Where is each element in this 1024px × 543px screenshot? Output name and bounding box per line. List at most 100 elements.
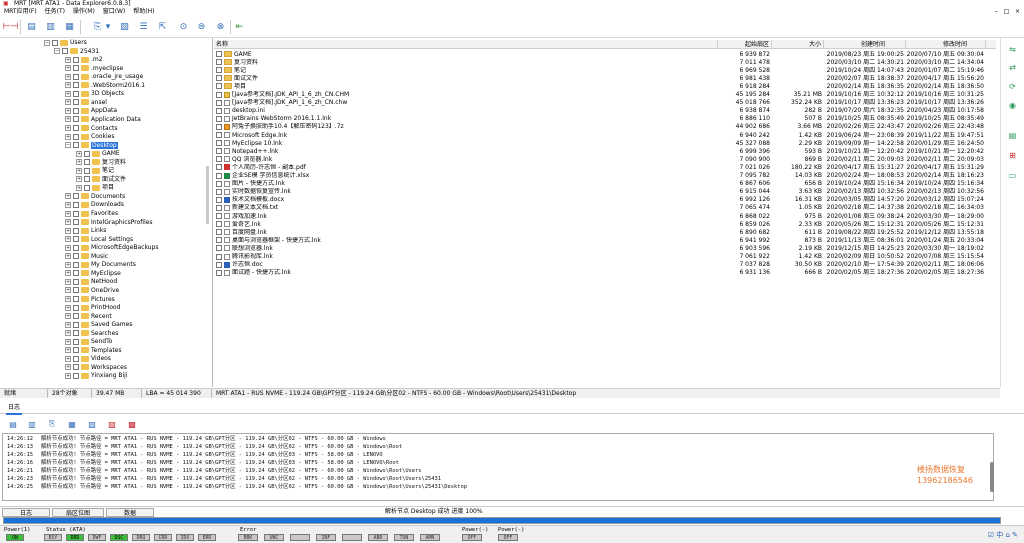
checkbox[interactable] — [73, 99, 79, 106]
menu-mrt-app[interactable]: MRT应用(F) — [0, 7, 40, 17]
checkbox[interactable] — [84, 167, 90, 174]
file-row[interactable]: desktop.ini 6 938 874 282 B 2019/07/20 周六 1… — [214, 107, 996, 115]
column-header-modified[interactable]: 修改时间 — [906, 40, 986, 49]
expand-icon[interactable]: + — [65, 219, 71, 226]
expand-icon[interactable]: + — [65, 287, 71, 294]
checkbox[interactable] — [216, 140, 222, 147]
file-row[interactable]: GAME 6 939 872 2019/08/23 周五 19:00:25 2020/… — [214, 51, 996, 59]
checkbox[interactable] — [73, 355, 79, 362]
log-save-icon[interactable]: ▤ — [8, 419, 18, 429]
doc-icon[interactable]: ▭ — [1007, 170, 1018, 181]
checkbox[interactable] — [73, 73, 79, 80]
checkbox[interactable] — [73, 253, 79, 260]
checkbox[interactable] — [73, 287, 79, 294]
checkbox[interactable] — [216, 221, 222, 228]
checkbox[interactable] — [216, 123, 222, 130]
file-row[interactable]: 百度网盘.lnk 6 890 682 611 B 2019/08/22 周四 19:2… — [214, 229, 996, 237]
expand-icon[interactable]: + — [65, 278, 71, 285]
tab-data[interactable]: 数据 — [106, 508, 154, 517]
expand-icon[interactable]: + — [65, 364, 71, 371]
expand-icon[interactable]: + — [65, 355, 71, 362]
file-row[interactable]: Notepad++.lnk 6 999 396 593 B 2019/10/21 周一… — [214, 148, 996, 156]
menu-operation[interactable]: 操作(M) — [70, 7, 98, 17]
tree-node[interactable]: + Downloads — [65, 201, 124, 210]
file-row[interactable]: [Java参考文档].JDK_API_1_6_zh_CN.chw 45 018 7… — [214, 99, 996, 107]
checkbox[interactable] — [73, 236, 79, 243]
file-row[interactable]: 游戏加速.lnk 6 868 022 975 B 2020/01/08 周三 09:3… — [214, 213, 996, 221]
log-copy-icon[interactable]: ⎘ — [47, 419, 57, 429]
tree-node[interactable]: + IntelGraphicsProfiles — [65, 219, 153, 228]
expand-icon[interactable]: + — [65, 296, 71, 302]
tree-node[interactable]: + SendTo — [65, 338, 112, 347]
checkbox[interactable] — [73, 210, 79, 217]
checkbox[interactable] — [73, 313, 79, 320]
checkbox[interactable] — [216, 172, 222, 179]
checkbox[interactable] — [216, 188, 222, 195]
file-row[interactable]: JetBrains WebStorm 2016.1.1.lnk 6 886 110… — [214, 115, 996, 123]
expand-icon[interactable]: + — [65, 82, 71, 89]
log-error-icon[interactable]: ▨ — [107, 419, 117, 429]
checkbox[interactable] — [216, 83, 222, 90]
tree-node[interactable]: + Searches — [65, 330, 118, 339]
checkbox[interactable] — [216, 261, 222, 268]
log-warning-icon[interactable]: ▩ — [127, 419, 137, 429]
exit-icon[interactable]: ⇤ — [233, 20, 246, 33]
checkbox[interactable] — [216, 132, 222, 138]
refresh-icon[interactable]: ⟳ — [1007, 81, 1018, 92]
file-row[interactable]: 联想浏览器.lnk 6 903 596 2.19 KB 2019/12/15 周日 1… — [214, 245, 996, 253]
expand-icon[interactable]: + — [65, 210, 71, 217]
file-row[interactable]: 实时数据恢复宣传.lnk 6 915 044 3.63 KB 2020/02/13 周… — [214, 188, 996, 196]
tree-node[interactable]: + Contacts — [65, 125, 117, 134]
tree-node[interactable]: + Yinxiang Biji — [65, 372, 127, 381]
collapse-icon[interactable]: − — [54, 48, 60, 55]
expand-icon[interactable]: + — [65, 116, 71, 123]
checkbox[interactable] — [62, 48, 68, 55]
tree-node[interactable]: + Cookies — [65, 133, 115, 142]
file-row[interactable]: 腾讯影视库.lnk 7 061 922 1.42 KB 2020/02/09 周日 1… — [214, 253, 996, 261]
checkbox[interactable] — [73, 338, 79, 345]
pause-icon[interactable]: ⊜ — [195, 20, 208, 33]
checkbox[interactable] — [73, 244, 79, 251]
record-icon[interactable]: ⊙ — [177, 20, 190, 33]
checkbox[interactable] — [84, 150, 90, 157]
file-row[interactable]: 桌面与浏览器框架 - 快捷方式.lnk 6 941 992 873 B 2019/11… — [214, 237, 996, 245]
expand-icon[interactable]: + — [65, 90, 71, 97]
checkbox[interactable] — [73, 133, 79, 140]
file-row[interactable]: 个人简历-许志恒 - 副本.pdf 7 021 026 180.22 KB 2020/… — [214, 164, 996, 172]
tree-node-selected[interactable]: − Desktop — [65, 141, 118, 151]
checkbox[interactable] — [73, 65, 79, 72]
file-row[interactable]: 笔记 6 969 528 2019/10/24 周四 14:07:43 2020/01… — [214, 67, 996, 75]
expand-icon[interactable]: + — [65, 236, 71, 243]
expand-icon[interactable]: + — [65, 321, 71, 328]
checkbox[interactable] — [84, 159, 90, 166]
checkbox[interactable] — [73, 278, 79, 285]
copy-out-icon[interactable]: ⇄ — [1007, 62, 1018, 73]
disconnect-icon[interactable]: ⊢⊣ — [3, 20, 19, 33]
expand-icon[interactable]: + — [65, 99, 71, 106]
checkbox[interactable] — [216, 51, 222, 57]
stop-icon[interactable]: ⊗ — [214, 20, 227, 33]
tree-node[interactable]: + MicrosoftEdgeBackups — [65, 244, 159, 253]
log-scrollbar-thumb[interactable] — [990, 462, 994, 492]
log-open-icon[interactable]: ▥ — [27, 419, 37, 429]
file-row[interactable]: QQ 浏览器.lnk 7 090 900 869 B 2020/02/11 周二 20… — [214, 156, 996, 164]
expand-icon[interactable]: + — [65, 65, 71, 72]
tree-node[interactable]: + Documents — [65, 193, 125, 202]
tree-node[interactable]: + Local Settings — [65, 236, 133, 245]
file-row[interactable]: 项目 6 918 284 2020/02/14 周五 18:36:35 2020/02… — [214, 83, 996, 91]
list-icon[interactable]: ☰ — [137, 20, 150, 33]
expand-icon[interactable]: + — [65, 133, 71, 140]
menu-window[interactable]: 窗口(W) — [100, 7, 129, 17]
checkbox[interactable] — [73, 304, 79, 311]
checkbox[interactable] — [73, 90, 79, 97]
partition-icon[interactable]: ▥ — [44, 20, 57, 33]
expand-icon[interactable]: + — [65, 73, 71, 80]
tree-node[interactable]: + My Documents — [65, 261, 136, 270]
expand-icon[interactable]: + — [76, 167, 82, 174]
tree-node[interactable]: + 项目 — [76, 184, 114, 193]
expand-icon[interactable]: + — [76, 159, 82, 166]
expand-icon[interactable]: + — [65, 313, 71, 320]
expand-icon[interactable]: + — [65, 372, 71, 379]
disk-icon[interactable]: ▤ — [25, 20, 38, 33]
checkbox[interactable] — [73, 125, 79, 131]
